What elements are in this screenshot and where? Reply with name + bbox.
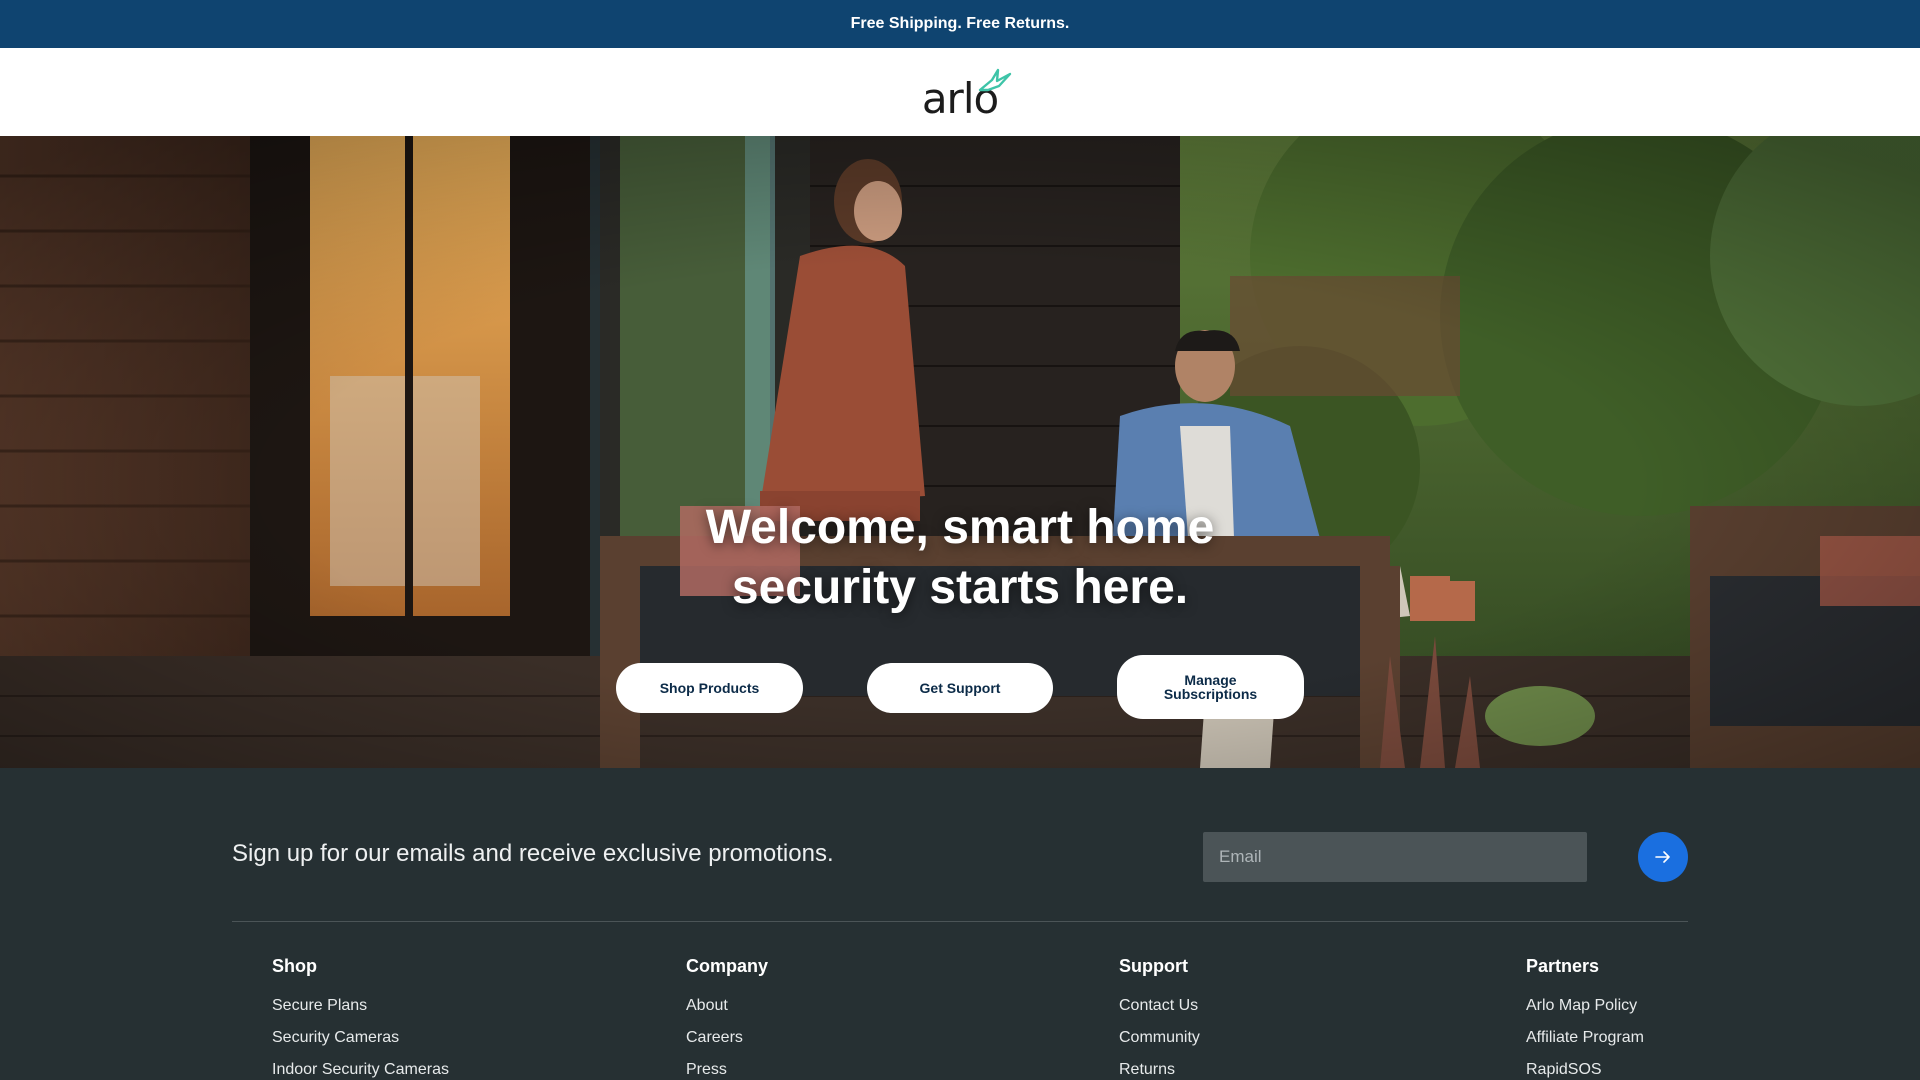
hero-heading: Welcome, smart home security starts here… <box>0 498 1920 618</box>
promo-text: Free Shipping. Free Returns. <box>850 15 1070 32</box>
site-footer: Sign up for our emails and receive exclu… <box>0 768 1920 1080</box>
footer-link-indoor-security-cameras[interactable]: Indoor Security Cameras <box>272 1059 449 1080</box>
footer-divider <box>232 921 1688 922</box>
footer-link-about[interactable]: About <box>686 995 768 1027</box>
signup-heading: Sign up for our emails and receive exclu… <box>232 840 834 867</box>
shop-products-button[interactable]: Shop Products <box>616 663 803 713</box>
promo-banner: Free Shipping. Free Returns. <box>0 0 1920 48</box>
arlo-logo[interactable]: arlo <box>922 64 1012 120</box>
site-header: arlo <box>0 48 1920 136</box>
hero-heading-line1: Welcome, smart home <box>705 501 1215 554</box>
footer-link-arlo-map-policy[interactable]: Arlo Map Policy <box>1526 995 1644 1027</box>
footer-column-title: Company <box>686 956 769 976</box>
footer-column-shop: Shop Secure Plans Security Cameras Indoo… <box>272 956 449 1080</box>
footer-link-press[interactable]: Press <box>686 1059 768 1080</box>
footer-column-partners: Partners Arlo Map Policy Affiliate Progr… <box>1526 956 1644 1080</box>
hero-heading-line2: security starts here. <box>731 561 1189 614</box>
hero-section: Welcome, smart home security starts here… <box>0 136 1920 768</box>
footer-column-title: Partners <box>1526 956 1600 976</box>
email-submit-button[interactable] <box>1638 832 1688 882</box>
manage-subscriptions-label-line2: Subscriptions <box>1163 686 1258 702</box>
manage-subscriptions-label-line1: Manage <box>1184 672 1237 688</box>
arrow-right-icon <box>1655 851 1670 863</box>
get-support-button[interactable]: Get Support <box>867 663 1053 713</box>
footer-link-returns[interactable]: Returns <box>1119 1059 1200 1080</box>
footer-column-support: Support Contact Us Community Returns <box>1119 956 1200 1080</box>
footer-link-secure-plans[interactable]: Secure Plans <box>272 995 449 1027</box>
footer-link-rapidsos[interactable]: RapidSOS <box>1526 1059 1644 1080</box>
footer-link-security-cameras[interactable]: Security Cameras <box>272 1027 449 1059</box>
footer-link-community[interactable]: Community <box>1119 1027 1200 1059</box>
hummingbird-icon <box>978 68 1012 92</box>
footer-link-contact-us[interactable]: Contact Us <box>1119 995 1200 1027</box>
footer-column-title: Support <box>1119 956 1188 976</box>
footer-link-affiliate-program[interactable]: Affiliate Program <box>1526 1027 1644 1059</box>
footer-column-title: Shop <box>272 956 317 976</box>
email-input[interactable] <box>1203 832 1587 882</box>
manage-subscriptions-button[interactable]: Manage Subscriptions <box>1117 655 1304 719</box>
footer-link-careers[interactable]: Careers <box>686 1027 768 1059</box>
footer-column-company: Company About Careers Press <box>686 956 768 1080</box>
